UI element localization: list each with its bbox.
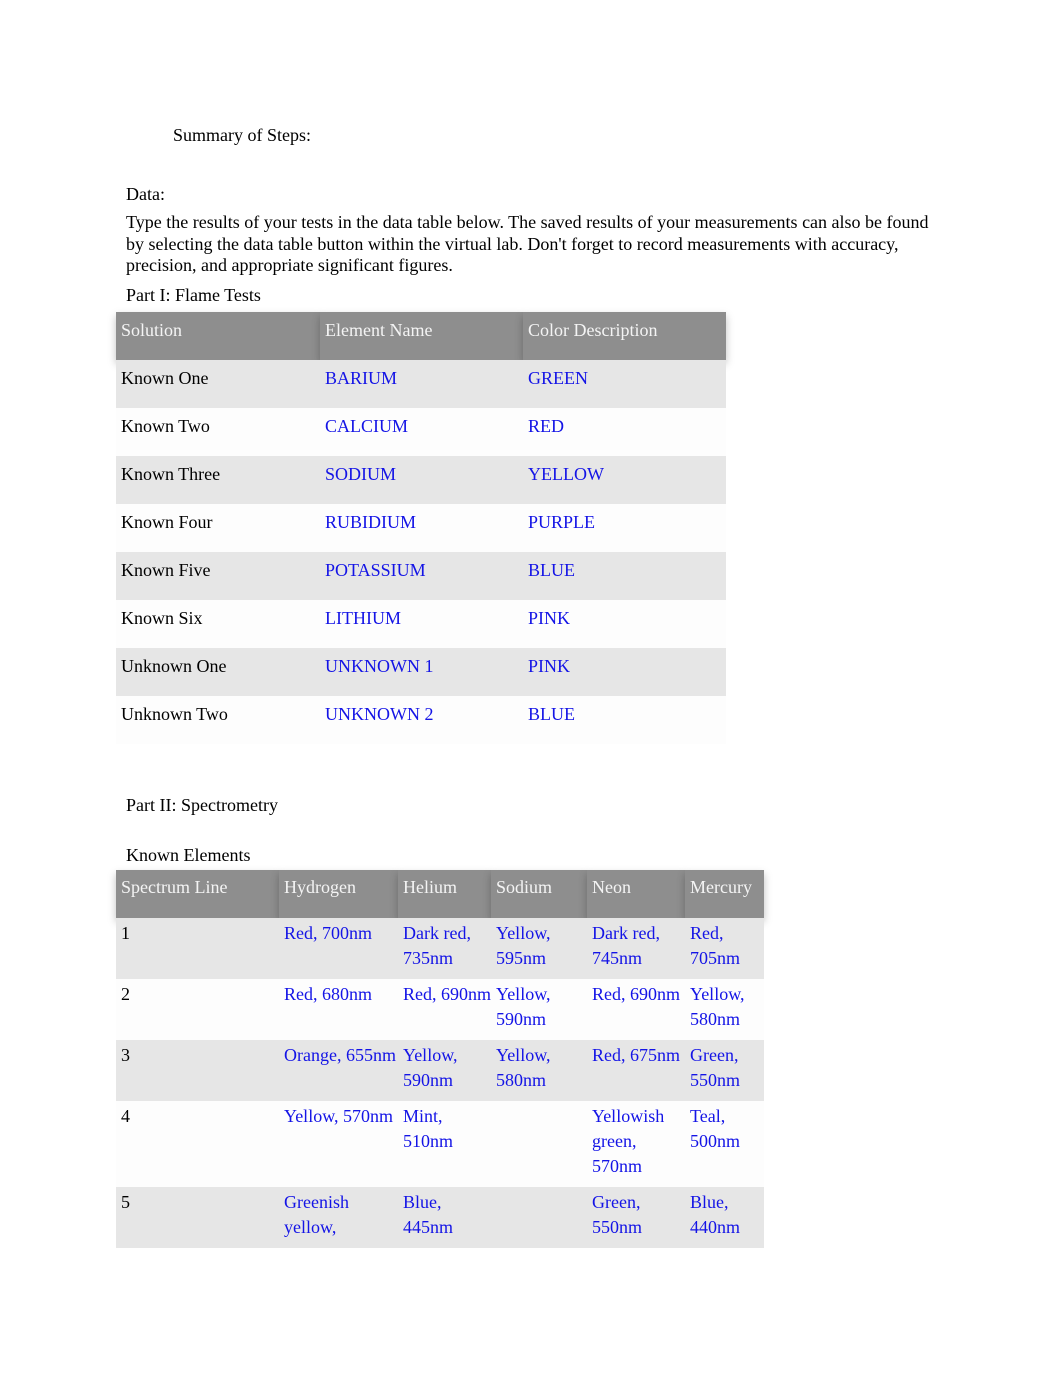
neon-cell[interactable]: Red, 675nm: [587, 1040, 685, 1101]
table-row: Known Five POTASSIUM BLUE: [116, 552, 726, 600]
mercury-cell[interactable]: Blue, 440nm: [685, 1187, 764, 1248]
table-row: Known Two CALCIUM RED: [116, 408, 726, 456]
solution-cell[interactable]: Known Five: [116, 552, 320, 600]
spectrometry-table: Spectrum Line Hydrogen Helium Sodium Neo…: [116, 870, 764, 1248]
element-name-cell[interactable]: CALCIUM: [320, 408, 523, 456]
table-header-row: Spectrum Line Hydrogen Helium Sodium Neo…: [116, 870, 764, 918]
helium-cell[interactable]: Yellow, 590nm: [398, 1040, 491, 1101]
header-solution: Solution: [116, 312, 320, 360]
header-neon: Neon: [587, 870, 685, 918]
table-row: 2 Red, 680nm Red, 690nm Yellow, 590nm Red, 6…: [116, 979, 764, 1040]
solution-cell[interactable]: Unknown One: [116, 648, 320, 696]
table-row: Known One BARIUM GREEN: [116, 360, 726, 408]
color-description-cell[interactable]: PURPLE: [523, 504, 726, 552]
solution-cell[interactable]: Known Three: [116, 456, 320, 504]
data-heading: Data:: [126, 184, 165, 204]
part2-title: Part II: Spectrometry: [126, 795, 278, 815]
hydrogen-cell[interactable]: Red, 680nm: [279, 979, 398, 1040]
instructions-text: Type the results of your tests in the da…: [126, 212, 929, 275]
color-description-cell[interactable]: PINK: [523, 600, 726, 648]
helium-cell[interactable]: Blue, 445nm: [398, 1187, 491, 1248]
table-row: Unknown One UNKNOWN 1 PINK: [116, 648, 726, 696]
color-description-cell[interactable]: GREEN: [523, 360, 726, 408]
hydrogen-cell[interactable]: Greenish yellow,: [279, 1187, 398, 1248]
table-row: Unknown Two UNKNOWN 2 BLUE: [116, 696, 726, 744]
spectrum-line-cell[interactable]: 2: [116, 979, 279, 1040]
spectrum-line-cell[interactable]: 4: [116, 1101, 279, 1187]
mercury-cell[interactable]: Green, 550nm: [685, 1040, 764, 1101]
color-description-cell[interactable]: BLUE: [523, 696, 726, 744]
part1-title: Part I: Flame Tests: [126, 285, 261, 305]
mercury-cell[interactable]: Yellow, 580nm: [685, 979, 764, 1040]
helium-cell[interactable]: Mint, 510nm: [398, 1101, 491, 1187]
color-description-cell[interactable]: YELLOW: [523, 456, 726, 504]
known-elements-heading: Known Elements: [126, 845, 251, 865]
hydrogen-cell[interactable]: Red, 700nm: [279, 918, 398, 979]
color-description-cell[interactable]: PINK: [523, 648, 726, 696]
element-name-cell[interactable]: BARIUM: [320, 360, 523, 408]
solution-cell[interactable]: Known One: [116, 360, 320, 408]
table-row: 1 Red, 700nm Dark red, 735nm Yellow, 595nm D…: [116, 918, 764, 979]
table-row: Known Six LITHIUM PINK: [116, 600, 726, 648]
hydrogen-cell[interactable]: Yellow, 570nm: [279, 1101, 398, 1187]
color-description-cell[interactable]: BLUE: [523, 552, 726, 600]
spectrum-line-cell[interactable]: 1: [116, 918, 279, 979]
sodium-cell[interactable]: Yellow, 590nm: [491, 979, 587, 1040]
spectrum-line-cell[interactable]: 5: [116, 1187, 279, 1248]
spectrum-line-cell[interactable]: 3: [116, 1040, 279, 1101]
helium-cell[interactable]: Red, 690nm: [398, 979, 491, 1040]
element-name-cell[interactable]: POTASSIUM: [320, 552, 523, 600]
solution-cell[interactable]: Known Two: [116, 408, 320, 456]
neon-cell[interactable]: Red, 690nm: [587, 979, 685, 1040]
solution-cell[interactable]: Unknown Two: [116, 696, 320, 744]
solution-cell[interactable]: Known Four: [116, 504, 320, 552]
element-name-cell[interactable]: LITHIUM: [320, 600, 523, 648]
solution-cell[interactable]: Known Six: [116, 600, 320, 648]
header-helium: Helium: [398, 870, 491, 918]
mercury-cell[interactable]: Teal, 500nm: [685, 1101, 764, 1187]
table-row: Known Four RUBIDIUM PURPLE: [116, 504, 726, 552]
mercury-cell[interactable]: Red, 705nm: [685, 918, 764, 979]
element-name-cell[interactable]: SODIUM: [320, 456, 523, 504]
table-header-row: Solution Element Name Color Description: [116, 312, 726, 360]
color-description-cell[interactable]: RED: [523, 408, 726, 456]
header-sodium: Sodium: [491, 870, 587, 918]
element-name-cell[interactable]: RUBIDIUM: [320, 504, 523, 552]
header-hydrogen: Hydrogen: [279, 870, 398, 918]
table-row: 5 Greenish yellow, Blue, 445nm Green, 550nm…: [116, 1187, 764, 1248]
neon-cell[interactable]: Yellowish green, 570nm: [587, 1101, 685, 1187]
header-spectrum-line: Spectrum Line: [116, 870, 279, 918]
table-row: 3 Orange, 655nm Yellow, 590nm Yellow, 580nm…: [116, 1040, 764, 1101]
header-color-description: Color Description: [523, 312, 726, 360]
header-element-name: Element Name: [320, 312, 523, 360]
hydrogen-cell[interactable]: Orange, 655nm: [279, 1040, 398, 1101]
header-mercury: Mercury: [685, 870, 764, 918]
element-name-cell[interactable]: UNKNOWN 1: [320, 648, 523, 696]
element-name-cell[interactable]: UNKNOWN 2: [320, 696, 523, 744]
helium-cell[interactable]: Dark red, 735nm: [398, 918, 491, 979]
sodium-cell[interactable]: [491, 1187, 587, 1248]
table-row: 4 Yellow, 570nm Mint, 510nm Yellowish green…: [116, 1101, 764, 1187]
table-row: Known Three SODIUM YELLOW: [116, 456, 726, 504]
neon-cell[interactable]: Dark red, 745nm: [587, 918, 685, 979]
sodium-cell[interactable]: Yellow, 595nm: [491, 918, 587, 979]
sodium-cell[interactable]: Yellow, 580nm: [491, 1040, 587, 1101]
neon-cell[interactable]: Green, 550nm: [587, 1187, 685, 1248]
flame-tests-table: Solution Element Name Color Description …: [116, 312, 726, 744]
summary-heading: Summary of Steps:: [173, 125, 311, 145]
sodium-cell[interactable]: [491, 1101, 587, 1187]
